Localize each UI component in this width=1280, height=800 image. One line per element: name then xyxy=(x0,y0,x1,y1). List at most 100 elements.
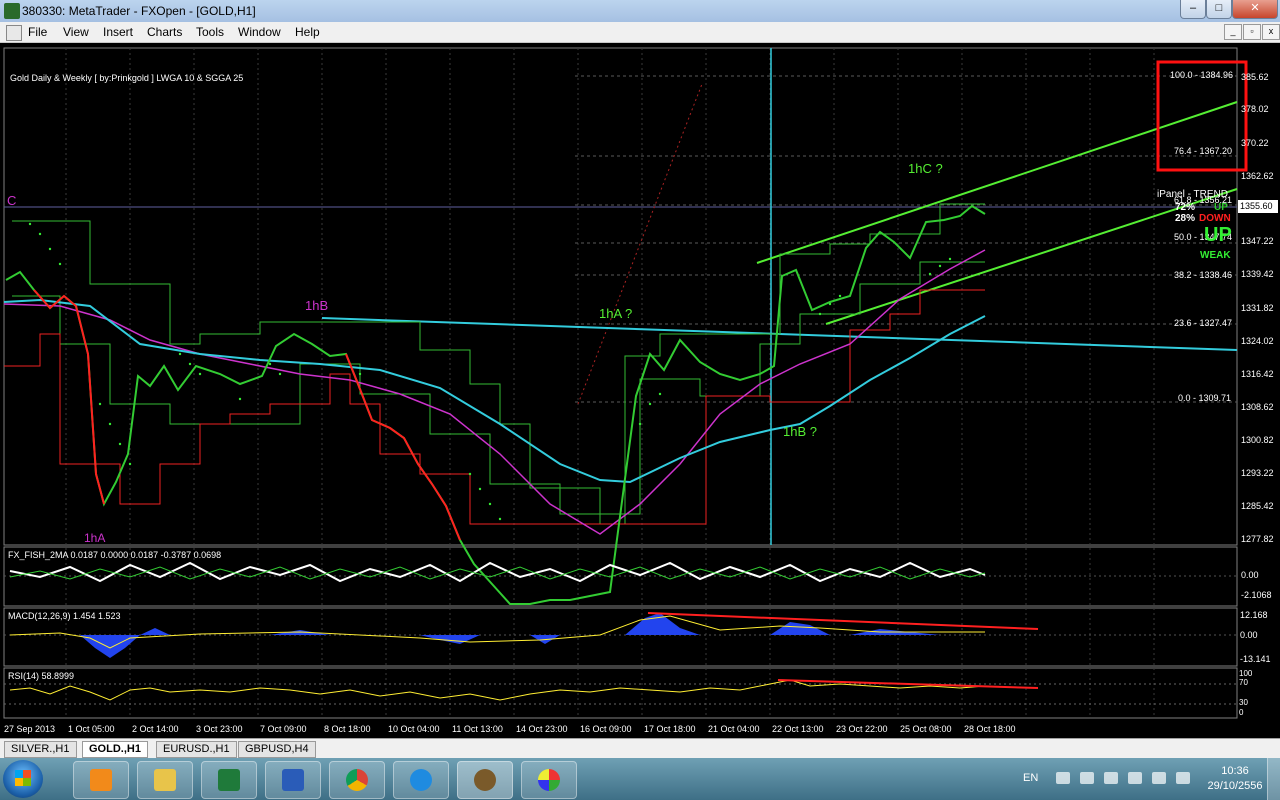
ipanel-up-small: UP xyxy=(1214,202,1228,213)
x-tick: 16 Oct 09:00 xyxy=(580,724,632,734)
x-tick: 10 Oct 04:00 xyxy=(388,724,440,734)
chrome-icon xyxy=(346,769,368,791)
fib-label: 0.0 - 1309.71 xyxy=(1178,393,1232,403)
y-tick: 1339.42 xyxy=(1241,269,1274,279)
mdi-restore-button[interactable]: ▫ xyxy=(1243,24,1261,40)
x-tick: 11 Oct 13:00 xyxy=(452,724,503,734)
tab-gbpusd-h4[interactable]: GBPUSD,H4 xyxy=(238,741,316,758)
folder-icon xyxy=(154,769,176,791)
menu-tools[interactable]: Tools xyxy=(196,25,224,39)
wave-label-c: C xyxy=(7,193,17,208)
y-tick: 1300.82 xyxy=(1241,435,1274,445)
window-titlebar: 380330: MetaTrader - FXOpen - [GOLD,H1] … xyxy=(0,0,1280,22)
macd-tick: 12.168 xyxy=(1240,610,1268,620)
clock-time: 10:36 xyxy=(1221,765,1249,777)
maximize-button[interactable]: □ xyxy=(1206,0,1232,19)
rsi-tick: 30 xyxy=(1239,698,1248,707)
taskbar-paint[interactable] xyxy=(521,761,577,799)
menu-view[interactable]: View xyxy=(63,25,89,39)
tab-gold-h1[interactable]: GOLD.,H1 xyxy=(82,741,148,758)
x-tick: 7 Oct 09:00 xyxy=(260,724,307,734)
y-tick: 385.62 xyxy=(1241,72,1269,82)
action-center-icon[interactable] xyxy=(1128,772,1142,784)
y-tick: 1308.62 xyxy=(1241,402,1274,412)
x-tick: 27 Sep 2013 xyxy=(4,724,56,734)
signal-icon[interactable] xyxy=(1176,772,1190,784)
mdi-close-button[interactable]: x xyxy=(1262,24,1280,40)
clock-date: 29/10/2556 xyxy=(1207,780,1263,792)
x-tick: 25 Oct 08:00 xyxy=(900,724,952,734)
taskbar-metatrader[interactable] xyxy=(457,761,513,799)
macd-histogram xyxy=(80,635,140,658)
ipanel-up-big: UP xyxy=(1204,224,1232,246)
menu-charts[interactable]: Charts xyxy=(147,25,182,39)
x-tick: 3 Oct 23:00 xyxy=(196,724,243,734)
current-price-label: 1355.60 xyxy=(1240,201,1273,211)
arrow-icon[interactable] xyxy=(1104,772,1118,784)
mdi-minimize-button[interactable]: _ xyxy=(1224,24,1242,40)
y-tick: 1293.22 xyxy=(1241,468,1274,478)
macd-tick: 0.00 xyxy=(1240,630,1258,640)
internet-explorer-icon xyxy=(410,769,432,791)
close-button[interactable]: ✕ xyxy=(1232,0,1278,19)
document-icon[interactable] xyxy=(6,25,22,41)
tab-silver-h1[interactable]: SILVER.,H1 xyxy=(4,741,77,758)
ipanel-weak: WEAK xyxy=(1200,250,1231,261)
wave-label-1hb: 1hB xyxy=(305,298,329,313)
wave-label-1hb-q: 1hB ? xyxy=(783,424,817,439)
show-desktop-button[interactable] xyxy=(1267,758,1280,800)
y-tick: 370.22 xyxy=(1241,138,1269,148)
x-tick: 2 Oct 14:00 xyxy=(132,724,179,734)
windows-taskbar: EN 10:36 29/10/2556 xyxy=(0,758,1280,800)
fisher-tick: 0.00 xyxy=(1241,570,1259,580)
start-button[interactable] xyxy=(3,760,43,798)
y-tick: 1277.82 xyxy=(1241,534,1274,544)
x-tick: 21 Oct 04:00 xyxy=(708,724,760,734)
taskbar-clock[interactable]: 10:36 29/10/2556 xyxy=(1200,764,1270,794)
taskbar-media-player[interactable] xyxy=(73,761,129,799)
x-tick: 28 Oct 18:00 xyxy=(964,724,1016,734)
taskbar-word[interactable] xyxy=(265,761,321,799)
menu-help[interactable]: Help xyxy=(295,25,320,39)
y-tick: 1362.62 xyxy=(1241,171,1274,181)
menu-insert[interactable]: Insert xyxy=(103,25,133,39)
x-tick: 17 Oct 18:00 xyxy=(644,724,696,734)
macd-tick: -13.141 xyxy=(1240,654,1271,664)
x-tick: 8 Oct 18:00 xyxy=(324,724,371,734)
fisher-tick: -2.1068 xyxy=(1241,590,1272,600)
metatrader-app-icon xyxy=(4,3,20,19)
x-tick: 22 Oct 13:00 xyxy=(772,724,824,734)
taskbar-chrome[interactable] xyxy=(329,761,385,799)
media-player-icon xyxy=(90,769,112,791)
price-chart-area[interactable]: Gold Daily & Weekly [ by:Prinkgold ] LWG… xyxy=(0,44,1280,737)
metatrader-icon xyxy=(474,769,496,791)
y-tick: 378.02 xyxy=(1241,104,1269,114)
tab-eurusd-h1[interactable]: EURUSD.,H1 xyxy=(156,741,237,758)
network-icon[interactable] xyxy=(1080,772,1094,784)
wave-label-1hc-q: 1hC ? xyxy=(908,161,943,176)
menu-bar: File View Insert Charts Tools Window Hel… xyxy=(0,22,1280,43)
ipanel-pct-down: 28% xyxy=(1175,213,1196,224)
speaker-icon[interactable] xyxy=(1152,772,1166,784)
language-indicator[interactable]: EN xyxy=(1023,772,1038,784)
paint-icon xyxy=(538,769,560,791)
fib-label: 23.6 - 1327.47 xyxy=(1174,318,1233,328)
help-icon[interactable] xyxy=(1056,772,1070,784)
taskbar-excel[interactable] xyxy=(201,761,257,799)
excel-icon xyxy=(218,769,240,791)
x-tick: 14 Oct 23:00 xyxy=(516,724,568,734)
minimize-button[interactable]: – xyxy=(1180,0,1206,19)
ipanel-title: iPanel - TREND xyxy=(1157,189,1228,200)
y-tick: 1331.82 xyxy=(1241,303,1274,313)
rsi-svg xyxy=(4,679,1237,705)
y-tick: 1316.42 xyxy=(1241,369,1274,379)
taskbar-file-explorer[interactable] xyxy=(137,761,193,799)
y-tick: 1324.02 xyxy=(1241,336,1274,346)
menu-file[interactable]: File xyxy=(28,25,47,39)
menu-window[interactable]: Window xyxy=(238,25,281,39)
x-tick: 23 Oct 22:00 xyxy=(836,724,888,734)
taskbar-internet-explorer[interactable] xyxy=(393,761,449,799)
fib-label: 76.4 - 1367.20 xyxy=(1174,146,1233,156)
windows-logo-icon xyxy=(15,770,31,786)
rsi-tick: 100 xyxy=(1239,669,1253,678)
